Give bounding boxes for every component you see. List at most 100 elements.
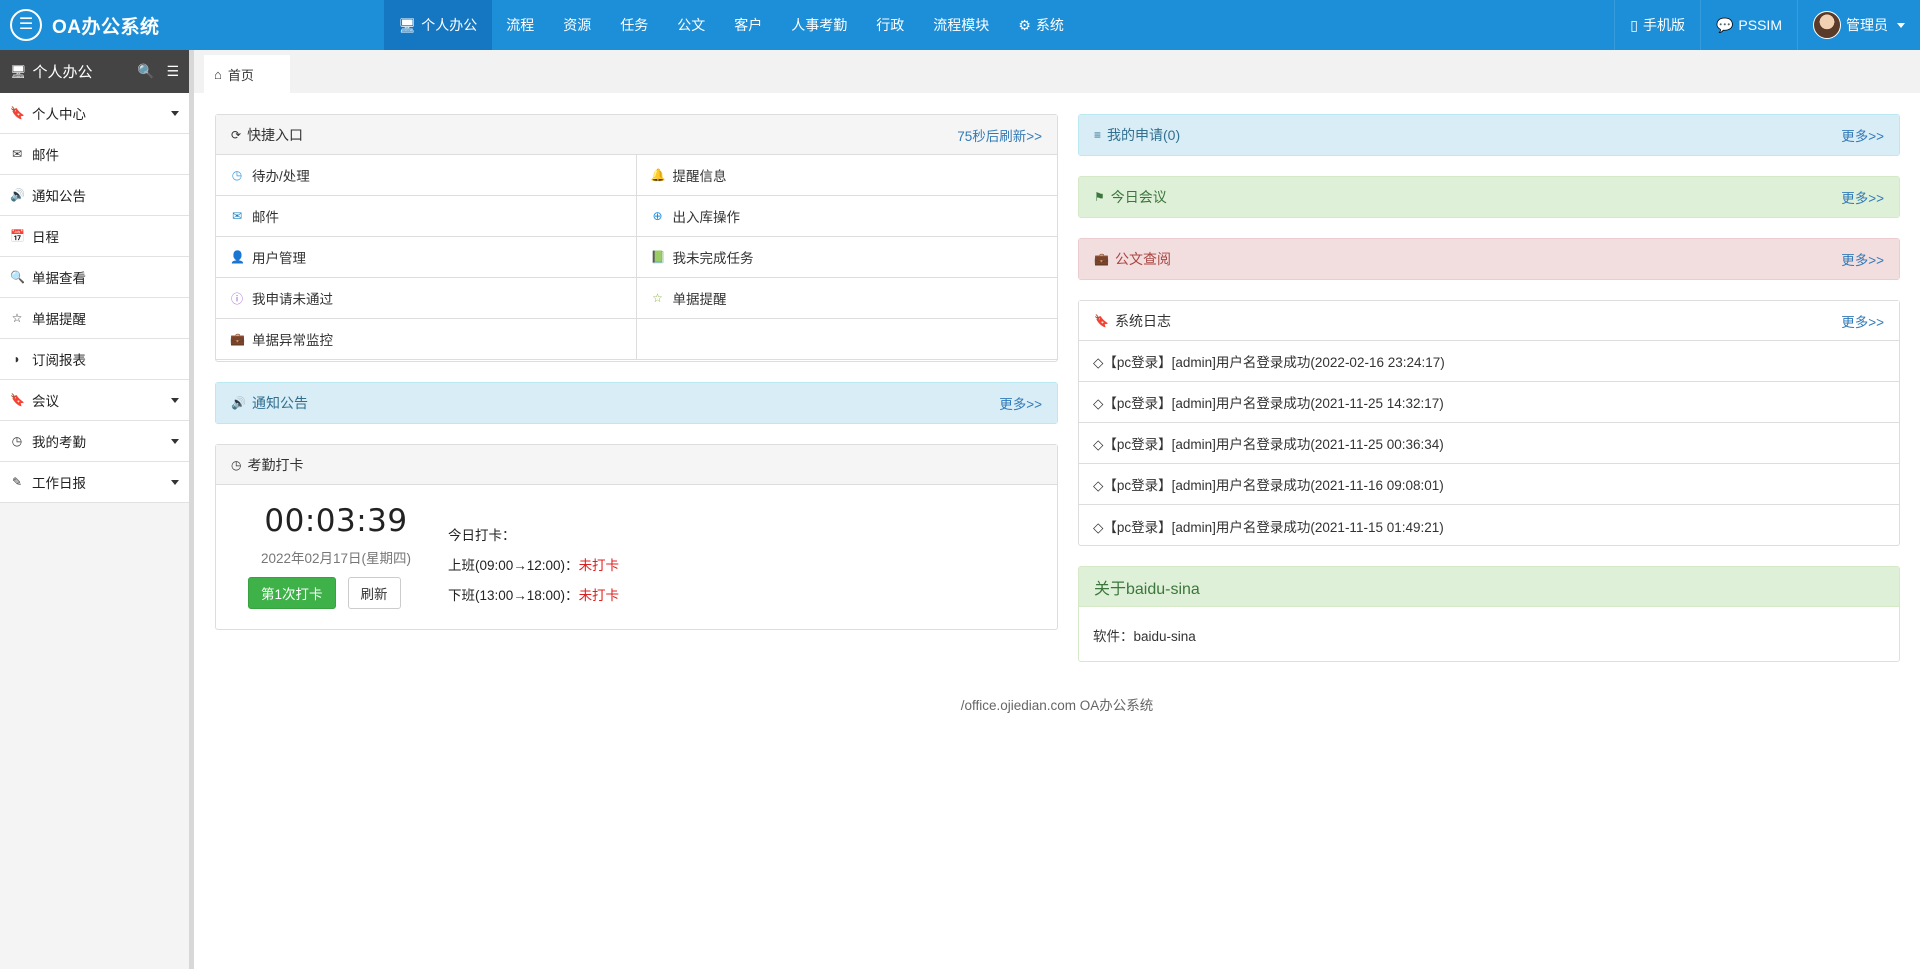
- quick-empty-cell: [636, 319, 1057, 360]
- today-meeting-more-link[interactable]: 更多>>: [1841, 187, 1884, 207]
- clock-icon: ◷: [231, 457, 242, 472]
- today-meeting-title: 今日会议: [1110, 189, 1167, 205]
- topnav-customer[interactable]: 客户: [720, 0, 777, 50]
- my-applications-panel: ≡ 我的申请(0) 更多>>: [1078, 114, 1900, 156]
- punch-status: 今日打卡： 上班(09:00→12:00)：未打卡 下班(13:00→18:00…: [448, 503, 619, 611]
- star-icon: ☆: [11, 311, 23, 325]
- user-icon: 👤: [230, 250, 245, 264]
- search-icon[interactable]: 🔍: [137, 63, 154, 80]
- briefcase-icon: 💼: [1094, 252, 1109, 266]
- sidebar-item-my-attendance[interactable]: ◷ 我的考勤: [0, 421, 189, 462]
- info-icon: ⓘ: [230, 291, 243, 306]
- quick-user-management[interactable]: 👤 用户管理: [216, 237, 637, 278]
- morning-status: 未打卡: [578, 558, 620, 573]
- topnav-flow-module[interactable]: 流程模块: [919, 0, 1004, 50]
- caret-down-icon: [171, 479, 179, 485]
- chat-bubbles-icon: 💬: [1715, 16, 1734, 33]
- quick-doc-remind[interactable]: ☆ 单据提醒: [636, 278, 1057, 319]
- system-log-header: 🔖 系统日志 更多>>: [1079, 301, 1899, 341]
- sidebar-header: 🖥 个人办公 🔍 ☰: [0, 50, 189, 93]
- sidebar-item-mail[interactable]: ✉ 邮件: [0, 134, 189, 175]
- document-query-title: 公文查阅: [1114, 251, 1171, 267]
- topnav-personal-office[interactable]: 🖥 个人办公: [384, 0, 492, 50]
- caret-down-icon: [171, 110, 179, 116]
- punch-in-button[interactable]: 第1次打卡: [248, 577, 336, 609]
- my-applications-header: ≡ 我的申请(0) 更多>>: [1079, 115, 1899, 155]
- caret-down-icon: [171, 397, 179, 403]
- monitor-icon: 🖥: [398, 17, 417, 33]
- star-icon: ☆: [652, 291, 663, 305]
- pssim-link[interactable]: 💬 PSSIM: [1699, 0, 1797, 50]
- quick-entry-title: 快捷入口: [247, 126, 304, 143]
- clock-date: 2022年02月17日(星期四): [260, 551, 412, 566]
- log-row[interactable]: ◇【pc登录】[admin]用户名登录成功(2021-11-25 14:32:1…: [1079, 382, 1899, 423]
- user-menu[interactable]: 管理员: [1797, 0, 1920, 50]
- quick-entry-header: ⟳ 快捷入口 75秒后刷新>>: [216, 115, 1057, 155]
- quick-rejected-applications[interactable]: ⓘ 我申请未通过: [216, 278, 637, 319]
- notice-title: 通知公告: [251, 395, 308, 411]
- sidebar-item-personal-center[interactable]: 🔖 个人中心: [0, 93, 189, 134]
- brand[interactable]: ☰ OA办公系统: [0, 0, 384, 50]
- today-meeting-header: ⚑ 今日会议 更多>>: [1079, 177, 1899, 217]
- sidebar-item-doc-view[interactable]: 🔍 单据查看: [0, 257, 189, 298]
- flag-icon: ⚑: [1094, 190, 1105, 204]
- document-query-header: 💼 公文查阅 更多>>: [1079, 239, 1899, 279]
- footer: /office.ojiedian.com OA办公系统: [960, 698, 1154, 713]
- topnav-hr-attendance[interactable]: 人事考勤: [777, 0, 862, 50]
- log-row[interactable]: ◇【pc登录】[admin]用户名登录成功(2021-11-15 01:49:2…: [1079, 505, 1899, 546]
- tab-home[interactable]: ⌂ 首页: [204, 55, 290, 93]
- envelope-icon: ✉: [11, 147, 23, 161]
- about-header: 关于baidu-sina: [1079, 567, 1899, 607]
- quick-todo[interactable]: ◷ 待办/处理: [216, 155, 637, 196]
- topnav-admin[interactable]: 行政: [862, 0, 919, 50]
- about-panel: 关于baidu-sina 软件：baidu-sina: [1078, 566, 1900, 662]
- my-applications-more-link[interactable]: 更多>>: [1841, 125, 1884, 145]
- topnav-workflow[interactable]: 流程: [492, 0, 549, 50]
- sidebar-item-daily-report[interactable]: ✎ 工作日报: [0, 462, 189, 503]
- quick-reminder[interactable]: 🔔 提醒信息: [636, 155, 1057, 196]
- notice-more-link[interactable]: 更多>>: [999, 393, 1042, 413]
- sidebar-item-schedule[interactable]: 📅 日程: [0, 216, 189, 257]
- plus-circle-icon: ⊕: [652, 209, 663, 223]
- clock-buttons: 第1次打卡 刷新: [246, 577, 426, 609]
- sidebar-item-notice[interactable]: 🔊 通知公告: [0, 175, 189, 216]
- sidebar-item-doc-remind[interactable]: ☆ 单据提醒: [0, 298, 189, 339]
- refresh-button[interactable]: 刷新: [347, 577, 401, 609]
- topnav-task[interactable]: 任务: [606, 0, 663, 50]
- mobile-version-link[interactable]: ▯ 手机版: [1614, 0, 1700, 50]
- auto-refresh-link[interactable]: 75秒后刷新>>: [957, 125, 1042, 145]
- user-name: 管理员: [1846, 17, 1888, 33]
- calendar-icon: 📅: [10, 229, 25, 243]
- sidebar-item-meeting[interactable]: 🔖 会议: [0, 380, 189, 421]
- sidebar: 🖥 个人办公 🔍 ☰ 🔖 个人中心 ✉ 邮件 🔊 通知公告 📅 日程 🔍 单据查…: [0, 50, 194, 969]
- rss-icon: ◗: [13, 352, 21, 366]
- sidebar-item-report-subscribe[interactable]: ◗ 订阅报表: [0, 339, 189, 380]
- topnav-system[interactable]: ⚙ 系统: [1004, 0, 1079, 50]
- topnav-document[interactable]: 公文: [663, 0, 720, 50]
- log-row[interactable]: ◇【pc登录】[admin]用户名登录成功(2022-02-16 23:24:1…: [1079, 341, 1899, 382]
- monitor-icon: 🖥: [10, 63, 27, 79]
- tab-bar: ⌂ 首页: [194, 50, 1920, 93]
- log-row[interactable]: ◇【pc登录】[admin]用户名登录成功(2021-11-25 00:36:3…: [1079, 423, 1899, 464]
- system-log-panel: 🔖 系统日志 更多>> ◇【pc登录】[admin]用户名登录成功(2022-0…: [1078, 300, 1900, 546]
- evening-status: 未打卡: [578, 588, 620, 603]
- home-icon: ⌂: [214, 66, 222, 82]
- volume-icon: 🔊: [231, 396, 246, 410]
- quick-stock-operation[interactable]: ⊕ 出入库操作: [636, 196, 1057, 237]
- document-query-panel: 💼 公文查阅 更多>>: [1078, 238, 1900, 280]
- bookmark-icon: 🔖: [1094, 313, 1109, 328]
- quick-entry-grid: ◷ 待办/处理 🔔 提醒信息 ✉ 邮件 ⊕ 出入库操作 👤 用户管理 📗 我未完…: [216, 155, 1057, 360]
- menu-toggle-icon[interactable]: ☰: [166, 63, 179, 80]
- quick-mail[interactable]: ✉ 邮件: [216, 196, 637, 237]
- system-log-more-link[interactable]: 更多>>: [1841, 311, 1884, 331]
- chevron-down-icon: [1897, 22, 1905, 28]
- document-query-more-link[interactable]: 更多>>: [1841, 249, 1884, 269]
- clock-icon: ◷: [231, 168, 243, 182]
- morning-shift-row: 上班(09:00→12:00)：未打卡: [448, 558, 620, 573]
- quick-unfinished-tasks[interactable]: 📗 我未完成任务: [636, 237, 1057, 278]
- log-row[interactable]: ◇【pc登录】[admin]用户名登录成功(2021-11-16 09:08:0…: [1079, 464, 1899, 505]
- quick-entry-panel: ⟳ 快捷入口 75秒后刷新>> ◷ 待办/处理 🔔 提醒信息 ✉ 邮件 ⊕ 出入…: [215, 114, 1058, 362]
- quick-doc-exception-monitor[interactable]: 💼 单据异常监控: [216, 319, 637, 360]
- system-log-title: 系统日志: [1114, 312, 1171, 329]
- topnav-resource[interactable]: 资源: [549, 0, 606, 50]
